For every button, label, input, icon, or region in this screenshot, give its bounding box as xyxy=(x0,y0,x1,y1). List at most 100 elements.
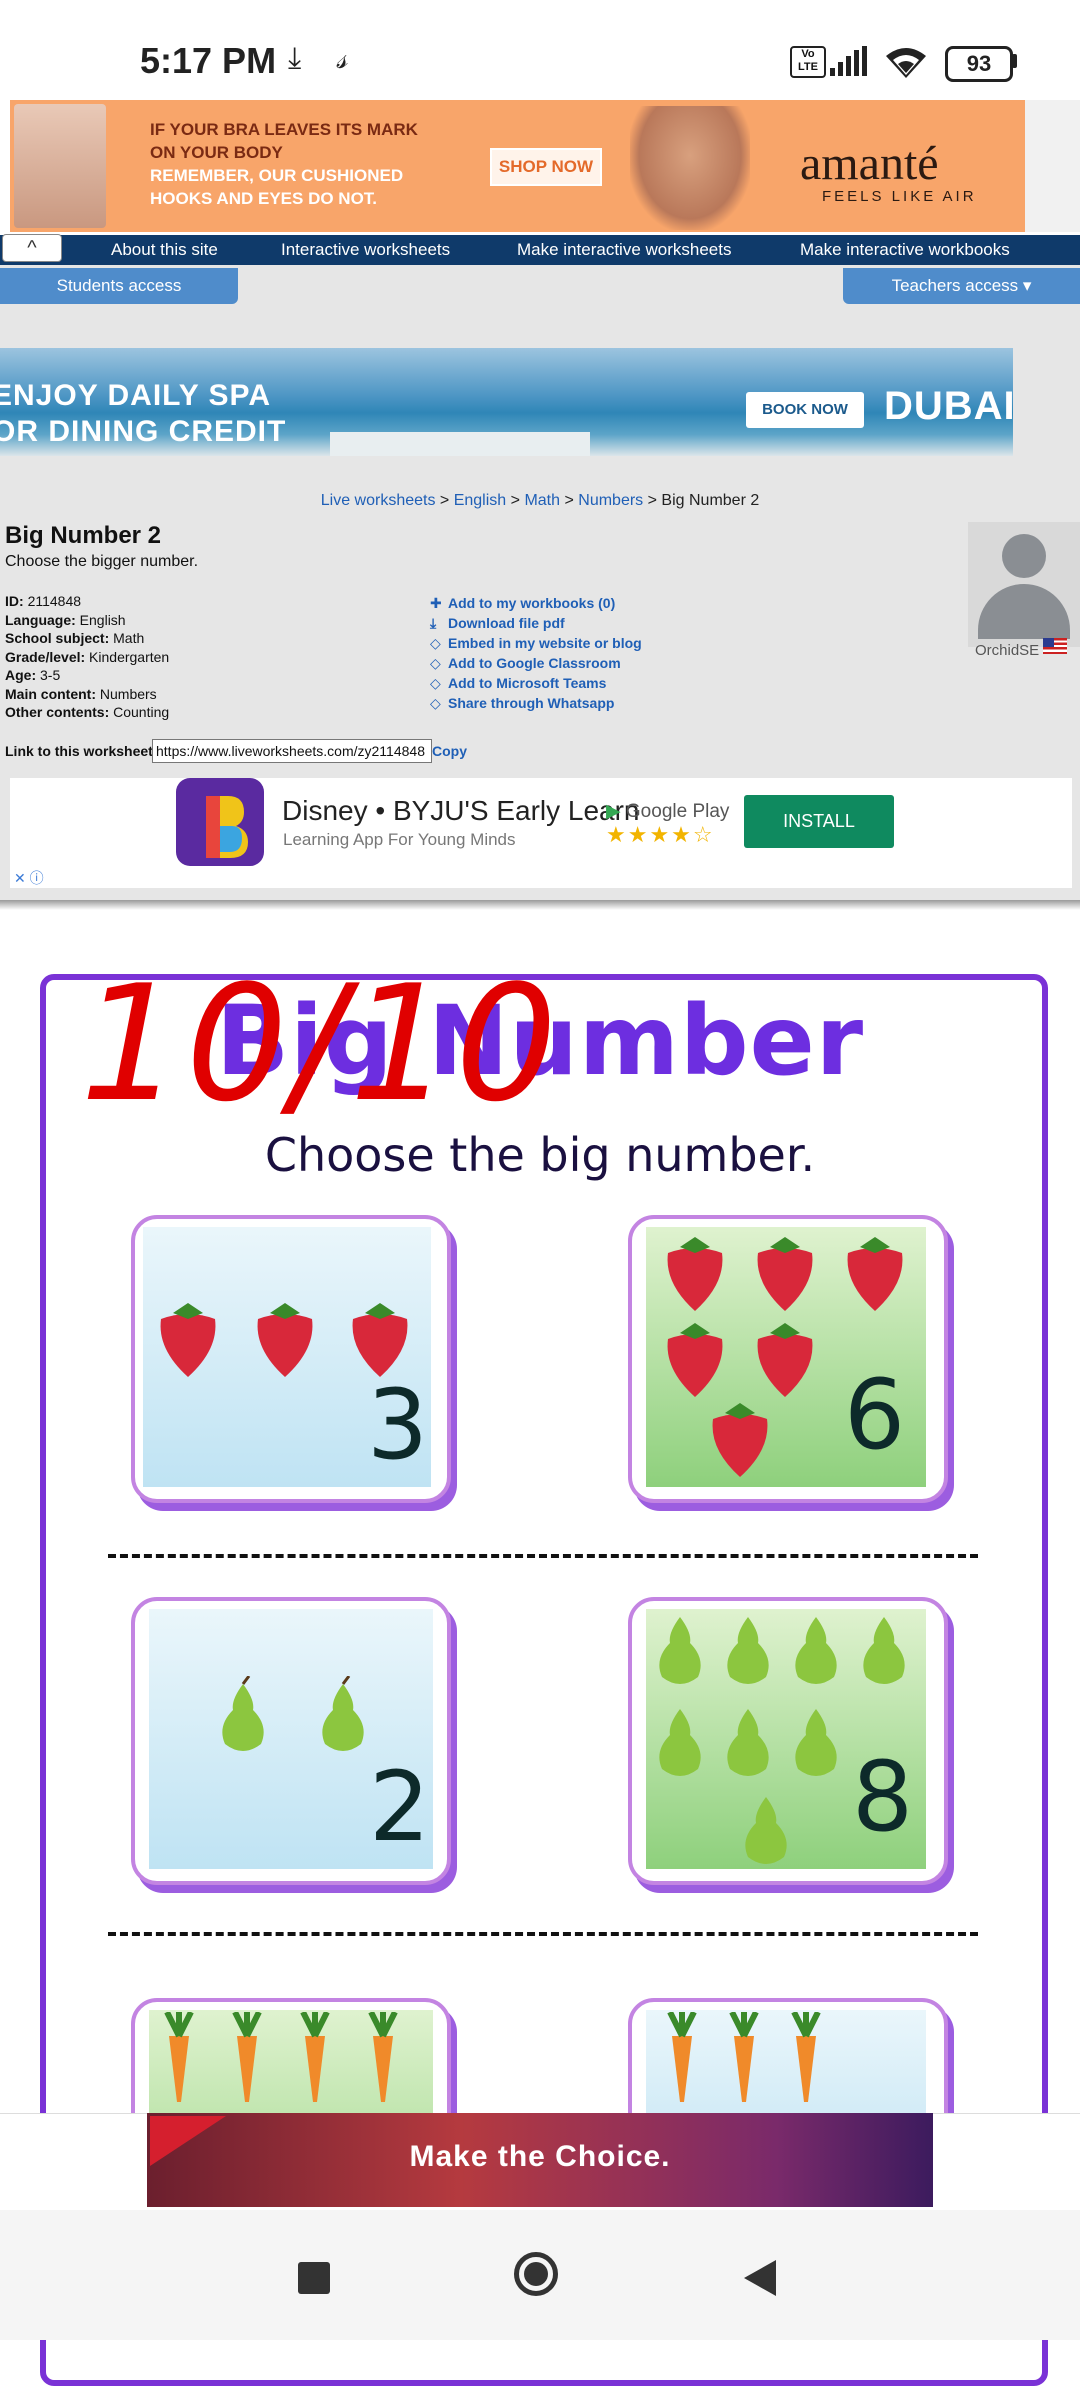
carrot-icon xyxy=(232,2012,262,2102)
google-play-label: ▶ Google Play xyxy=(606,801,730,822)
pear-icon xyxy=(222,1676,264,1751)
ad-text-line: HOOKS AND EYES DO NOT. xyxy=(150,189,378,208)
pear-icon xyxy=(863,1617,905,1684)
ad-side-strip xyxy=(1025,100,1080,232)
teachers-access-button[interactable]: Teachers access ▾ xyxy=(843,268,1080,304)
ad-shop-now-button[interactable]: SHOP NOW xyxy=(490,148,602,186)
strawberry-icon xyxy=(667,1237,723,1311)
breadcrumb-current: Big Number 2 xyxy=(661,492,760,509)
answer-card-left-row1[interactable]: 3 xyxy=(131,1215,451,1503)
ad-image xyxy=(14,104,106,228)
ad-text-line: IF YOUR BRA LEAVES ITS MARK xyxy=(150,120,418,139)
strawberry-icon xyxy=(757,1237,813,1311)
worksheet-link-field[interactable]: https://www.liveworksheets.com/zy2114848 xyxy=(152,739,432,763)
strawberry-icon xyxy=(712,1403,768,1477)
ad-text-line: OR DINING CREDIT xyxy=(0,415,287,448)
row-divider xyxy=(108,1932,978,1936)
pear-icon xyxy=(727,1709,769,1776)
ad-text-line: ON YOUR BODY xyxy=(150,143,283,162)
signal-icon xyxy=(830,46,870,76)
download-icon: ⤓ xyxy=(288,42,302,75)
avatar-head xyxy=(1002,534,1046,578)
ad-text-line: REMEMBER, OUR CUSHIONED xyxy=(150,166,404,185)
whatsapp-share-link[interactable]: ◇ Share through Whatsapp xyxy=(430,693,642,713)
strawberry-icon xyxy=(847,1237,903,1311)
google-classroom-link[interactable]: ◇ Add to Google Classroom xyxy=(430,653,642,673)
code-icon: ◇ xyxy=(430,635,441,651)
nav-make-interactive-worksheets[interactable]: Make interactive worksheets xyxy=(517,235,731,265)
copy-link-button[interactable]: Copy xyxy=(432,743,467,759)
collapse-ad-icon[interactable]: ^ xyxy=(2,234,62,262)
students-access-button[interactable]: Students access xyxy=(0,268,238,304)
app-icon: 𝓈 xyxy=(336,42,348,75)
ad-bottom-text: Make the Choice. xyxy=(409,2140,671,2173)
answer-card-right-row1[interactable]: 6 xyxy=(628,1215,948,1503)
ad-close-icon[interactable]: ✕ ⓘ xyxy=(14,868,44,888)
add-to-workbooks-link[interactable]: ✚ Add to my workbooks (0) xyxy=(430,593,642,613)
number-label: 8 xyxy=(852,1741,914,1853)
breadcrumb-separator: > xyxy=(510,492,520,509)
nav-make-interactive-workbooks[interactable]: Make interactive workbooks xyxy=(800,235,1010,265)
ad-dubai-logo: DUBAI xyxy=(884,384,1013,428)
number-label: 2 xyxy=(369,1751,431,1863)
back-icon[interactable] xyxy=(744,2260,776,2296)
breadcrumb-separator: > xyxy=(647,492,657,509)
rating-stars: ★★★★☆ xyxy=(606,822,715,847)
recents-icon[interactable] xyxy=(298,2262,330,2294)
ad-book-now-button[interactable]: BOOK NOW xyxy=(746,392,864,428)
meta-id: ID: 2114848 xyxy=(5,593,82,609)
answer-card-left-row2[interactable]: 2 xyxy=(131,1597,451,1885)
strawberry-icon xyxy=(667,1323,723,1397)
ad-text: ENJOY DAILY SPA OR DINING CREDIT xyxy=(0,378,286,450)
worksheet-instruction: Choose the big number. xyxy=(264,1128,816,1182)
meta-other-contents: Other contents: Counting xyxy=(5,704,170,720)
divider-shadow xyxy=(0,900,1080,910)
dubai-banner-ad[interactable]: ENJOY DAILY SPA OR DINING CREDIT BOOK NO… xyxy=(0,348,1013,456)
strawberry-icon xyxy=(257,1303,313,1377)
meta-age: Age: 3-5 xyxy=(5,667,61,683)
volte-icon: Vo LTE xyxy=(790,46,826,78)
ad-text: IF YOUR BRA LEAVES ITS MARK ON YOUR BODY… xyxy=(150,118,470,210)
breadcrumb-separator: > xyxy=(564,492,574,509)
row-divider xyxy=(108,1554,978,1558)
carrot-icon xyxy=(300,2012,330,2102)
number-label: 3 xyxy=(367,1369,429,1481)
ad-text-line: ENJOY DAILY SPA xyxy=(0,379,271,412)
meta-subject: School subject: Math xyxy=(5,630,145,646)
ad-app-subtitle: Learning App For Young Minds xyxy=(283,830,516,849)
pear-icon xyxy=(795,1617,837,1684)
google-play-icon: ▶ xyxy=(606,801,621,822)
nav-interactive-worksheets[interactable]: Interactive worksheets xyxy=(281,235,450,265)
strawberry-icon xyxy=(352,1303,408,1377)
carrot-icon xyxy=(164,2012,194,2102)
strawberry-icon xyxy=(757,1323,813,1397)
ad-pool-deck xyxy=(330,432,590,456)
wifi-icon xyxy=(884,44,928,78)
carrot-icon xyxy=(791,2012,821,2102)
microsoft-teams-link[interactable]: ◇ Add to Microsoft Teams xyxy=(430,673,642,693)
score-overlay: 10/10 xyxy=(80,950,562,1137)
ad-app-title: Disney • BYJU'S Early Learn xyxy=(282,795,640,826)
battery-icon: 93 xyxy=(945,46,1013,82)
top-banner-ad[interactable]: IF YOUR BRA LEAVES ITS MARK ON YOUR BODY… xyxy=(10,100,1025,232)
us-flag-canton xyxy=(1043,638,1054,647)
home-icon-center xyxy=(524,2262,548,2286)
battery-tip xyxy=(1012,54,1017,68)
carrot-icon xyxy=(368,2012,398,2102)
ad-tagline: FEELS LIKE AIR xyxy=(822,188,977,205)
install-button[interactable]: INSTALL xyxy=(744,795,894,848)
nav-about[interactable]: About this site xyxy=(111,235,218,265)
pear-icon xyxy=(659,1709,701,1776)
worksheet-meta: ID: 2114848 Language: English School sub… xyxy=(5,592,169,722)
author-name[interactable]: OrchidSE xyxy=(975,642,1039,659)
download-pdf-link[interactable]: ⤓ Download file pdf xyxy=(430,613,642,633)
breadcrumb-live-worksheets[interactable]: Live worksheets xyxy=(321,492,436,509)
breadcrumb-math[interactable]: Math xyxy=(524,492,560,509)
worksheet-actions: ✚ Add to my workbooks (0) ⤓ Download file … xyxy=(430,593,642,713)
pear-icon xyxy=(322,1676,364,1751)
breadcrumb-numbers[interactable]: Numbers xyxy=(578,492,643,509)
carrot-icon xyxy=(667,2012,697,2102)
breadcrumb-english[interactable]: English xyxy=(454,492,506,509)
embed-link[interactable]: ◇ Embed in my website or blog xyxy=(430,633,642,653)
answer-card-right-row2[interactable]: 8 xyxy=(628,1597,948,1885)
